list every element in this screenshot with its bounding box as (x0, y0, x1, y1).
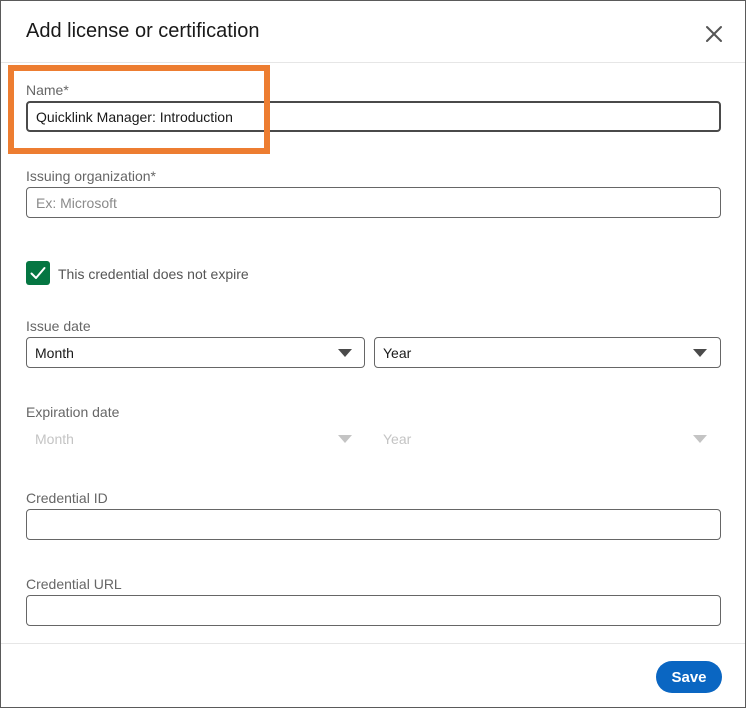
chevron-down-icon (693, 435, 707, 443)
credential-id-input[interactable] (26, 509, 721, 540)
chevron-down-icon (338, 435, 352, 443)
checkmark-icon (30, 267, 46, 279)
credential-url-label: Credential URL (26, 576, 122, 592)
close-button[interactable] (700, 20, 728, 48)
issuing-organization-input[interactable] (26, 187, 721, 218)
dialog-footer: Save (1, 643, 745, 707)
name-label: Name* (26, 82, 69, 98)
expiration-month-value: Month (35, 431, 74, 447)
dialog-header: Add license or certification (1, 1, 745, 63)
no-expire-label: This credential does not expire (58, 266, 249, 282)
credential-id-label: Credential ID (26, 490, 108, 506)
dialog-title: Add license or certification (26, 20, 260, 42)
issue-year-value: Year (383, 345, 412, 361)
issue-year-select[interactable]: Year (374, 337, 721, 368)
issuing-organization-label: Issuing organization* (26, 168, 156, 184)
expiration-year-value: Year (383, 431, 412, 447)
expiration-year-select: Year (374, 423, 721, 454)
issue-date-label: Issue date (26, 318, 91, 334)
expiration-date-label: Expiration date (26, 404, 120, 420)
issue-month-select[interactable]: Month (26, 337, 365, 368)
expiration-month-select: Month (26, 423, 365, 454)
chevron-down-icon (693, 349, 707, 357)
add-license-dialog: Add license or certification Name* Issui… (0, 0, 746, 708)
credential-url-input[interactable] (26, 595, 721, 626)
close-icon (706, 26, 722, 42)
save-button[interactable]: Save (656, 661, 722, 693)
issue-month-value: Month (35, 345, 74, 361)
chevron-down-icon (338, 349, 352, 357)
no-expire-checkbox[interactable] (26, 261, 50, 285)
name-input[interactable] (26, 101, 721, 132)
